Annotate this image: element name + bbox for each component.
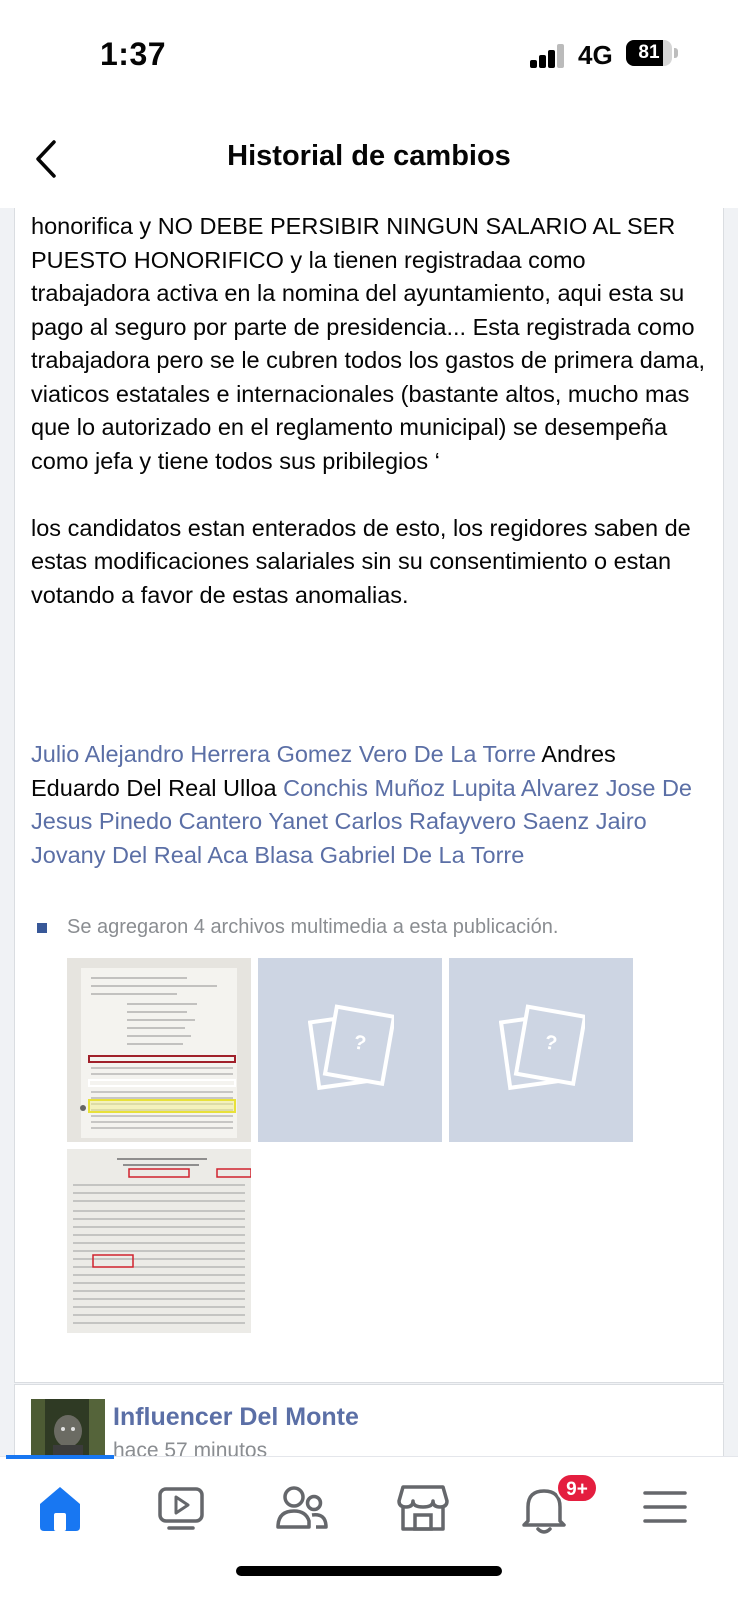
tag-list: Julio Alejandro Herrera Gomez Vero De La… [31, 738, 711, 872]
content-area[interactable]: honorifica y NO DEBE PERSIBIR NINGUN SAL… [0, 208, 738, 1456]
post-body: honorifica y NO DEBE PERSIBIR NINGUN SAL… [31, 213, 706, 608]
tab-home[interactable] [30, 1477, 90, 1537]
header: Historial de cambios [0, 110, 738, 208]
media-note: Se agregaron 4 archivos multimedia a est… [37, 916, 558, 939]
battery-icon: 81 [626, 40, 672, 66]
video-icon [158, 1487, 204, 1530]
media-thumbnail-placeholder[interactable]: ? [449, 958, 633, 1142]
home-icon [40, 1487, 80, 1531]
tab-friends[interactable] [272, 1477, 332, 1537]
tab-marketplace[interactable] [393, 1477, 453, 1537]
tag-link[interactable]: Julio Alejandro Herrera Gomez [31, 741, 352, 767]
image-placeholder-icon: ? [499, 1004, 585, 1091]
bottom-tab-bar: 9+ [0, 1455, 738, 1600]
status-bar: 1:37 4G 81 [0, 0, 738, 110]
battery-percent: 81 [638, 42, 660, 63]
page-title: Historial de cambios [227, 140, 511, 172]
network-type: 4G [578, 40, 613, 70]
post-author[interactable]: Influencer Del Monte [113, 1403, 359, 1432]
tag-link[interactable]: Lupita Alvarez [452, 775, 600, 801]
tag-link[interactable]: Yanet Carlos Rafayvero Saenz [268, 808, 589, 834]
post-card: honorifica y NO DEBE PERSIBIR NINGUN SAL… [14, 208, 724, 1383]
tab-video[interactable] [151, 1477, 211, 1537]
next-post-preview[interactable]: Influencer Del Monte hace 57 minutos [14, 1384, 724, 1456]
tab-menu[interactable] [635, 1477, 695, 1537]
battery-cap [674, 48, 678, 58]
tag-link[interactable]: Vero De La Torre [359, 741, 536, 767]
home-indicator[interactable] [236, 1566, 502, 1576]
image-placeholder-icon: ? [308, 1004, 394, 1091]
document-photo [67, 1149, 251, 1333]
friends-icon [276, 1486, 328, 1529]
avatar[interactable] [31, 1399, 105, 1456]
document-photo [67, 958, 251, 1142]
menu-icon [643, 1491, 687, 1523]
tag-link[interactable]: Conchis Muñoz [283, 775, 445, 801]
active-tab-indicator [6, 1455, 114, 1459]
media-note-text: Se agregaron 4 archivos multimedia a est… [67, 916, 559, 938]
post-timestamp: hace 57 minutos [113, 1439, 268, 1456]
marketplace-icon [397, 1485, 449, 1531]
signal-icon [530, 44, 566, 68]
media-thumbnail-placeholder[interactable]: ? [258, 958, 442, 1142]
tag-link[interactable]: Blasa Gabriel De La Torre [254, 842, 524, 868]
media-thumbnail-document[interactable] [67, 958, 251, 1142]
media-thumbnail-document[interactable] [67, 1149, 251, 1333]
avatar-image [31, 1399, 105, 1456]
bullet-icon [37, 922, 47, 933]
notification-badge: 9+ [556, 1473, 598, 1503]
status-time: 1:37 [100, 36, 167, 72]
